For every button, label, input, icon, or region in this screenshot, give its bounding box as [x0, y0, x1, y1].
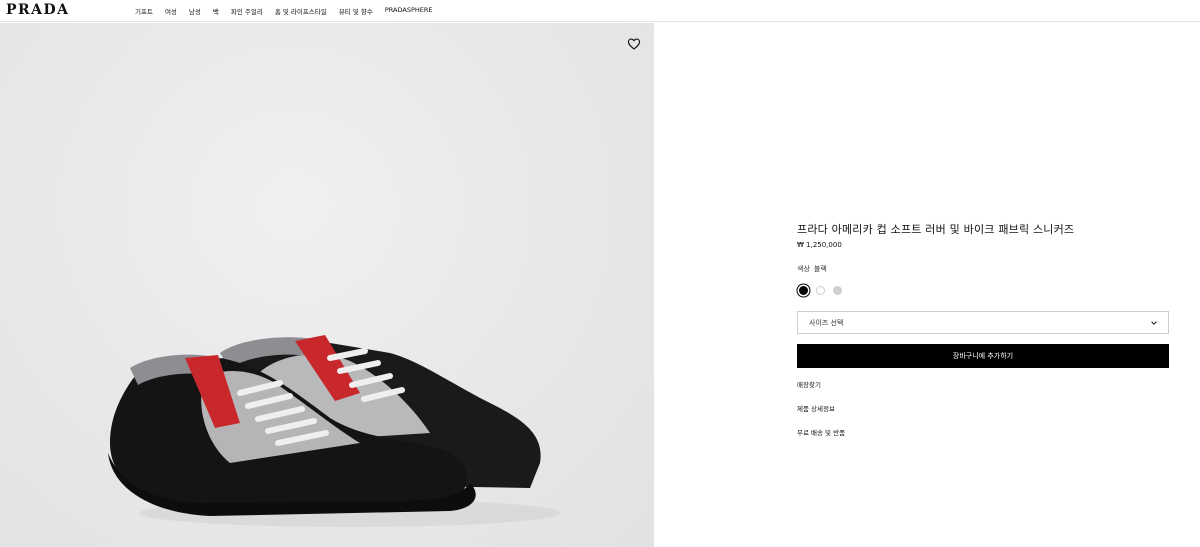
product-links: 매장찾기 제품 상세정보 무료 배송 및 반품: [797, 379, 1169, 437]
product-price: ₩ 1,250,000: [797, 241, 842, 249]
shipping-returns-link[interactable]: 무료 배송 및 반품: [797, 427, 1169, 437]
nav-item-fine-jewelry[interactable]: 파인 주얼리: [231, 6, 263, 16]
nav-item-pradasphere[interactable]: PRADASPHERE: [385, 6, 433, 16]
nav-item-women[interactable]: 여성: [165, 6, 177, 16]
main-nav: 기프트 여성 남성 백 파인 주얼리 홈 및 라이프스타일 뷰티 및 향수 PR…: [135, 6, 445, 16]
size-select-label: 사이즈 선택: [809, 318, 844, 327]
nav-item-bags[interactable]: 백: [213, 6, 219, 16]
chevron-down-icon: [1151, 320, 1157, 325]
site-header: PRADA 기프트 여성 남성 백 파인 주얼리 홈 및 라이프스타일 뷰티 및…: [0, 0, 1200, 22]
prada-logo[interactable]: PRADA: [6, 2, 70, 18]
color-row: 색상 블랙: [797, 264, 1169, 274]
nav-item-men[interactable]: 남성: [189, 6, 201, 16]
product-info-panel: 프라다 아메리카 컵 소프트 러버 및 바이크 패브릭 스니커즈 ₩ 1,250…: [797, 221, 1169, 451]
product-image-area: [0, 23, 654, 547]
swatch-white[interactable]: [816, 286, 825, 295]
swatch-black[interactable]: [799, 286, 808, 295]
product-title: 프라다 아메리카 컵 소프트 러버 및 바이크 패브릭 스니커즈: [797, 223, 1075, 236]
product-details-link[interactable]: 제품 상세정보: [797, 403, 1169, 413]
color-swatches: [798, 286, 1169, 295]
size-select[interactable]: 사이즈 선택: [797, 311, 1169, 334]
store-locator-link[interactable]: 매장찾기: [797, 379, 1169, 389]
nav-item-beauty[interactable]: 뷰티 및 향수: [339, 6, 373, 16]
nav-item-gift[interactable]: 기프트: [135, 6, 153, 16]
swatch-grey[interactable]: [833, 286, 842, 295]
add-to-cart-button[interactable]: 장바구니에 추가하기: [797, 344, 1169, 368]
heart-icon[interactable]: [627, 37, 641, 51]
sneaker-image: [108, 335, 560, 527]
color-label: 색상: [797, 265, 810, 273]
color-value: 블랙: [813, 265, 827, 273]
nav-item-home-lifestyle[interactable]: 홈 및 라이프스타일: [275, 6, 327, 16]
